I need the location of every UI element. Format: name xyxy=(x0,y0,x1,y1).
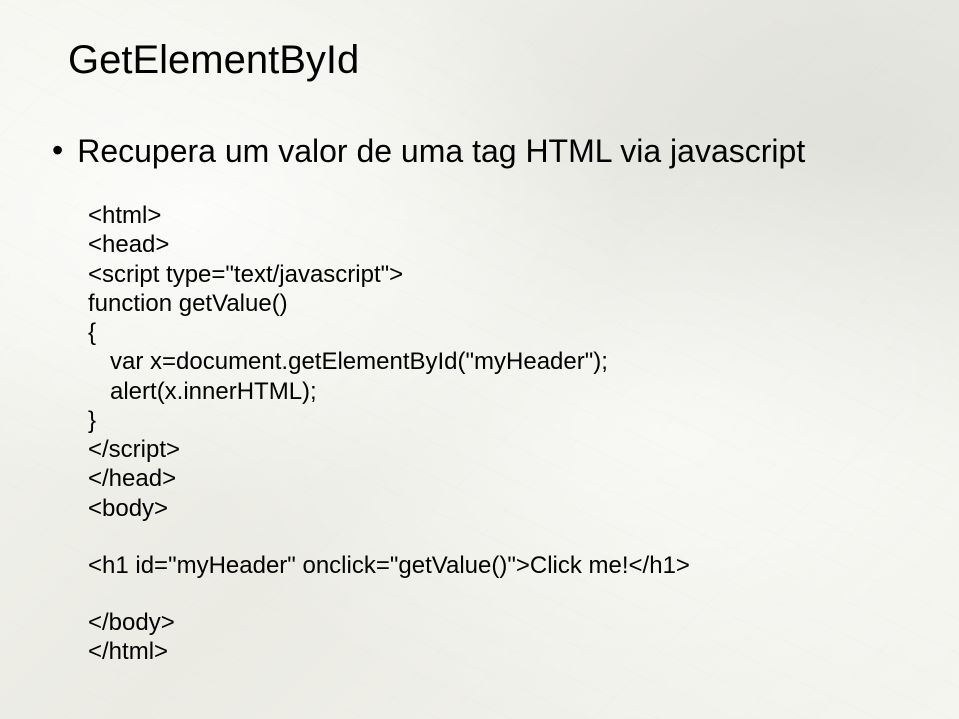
code-line: <body> xyxy=(88,494,909,523)
code-line: </script> xyxy=(88,435,909,464)
code-line: <h1 id="myHeader" onclick="getValue()">C… xyxy=(88,551,909,580)
code-line: function getValue() xyxy=(88,289,909,318)
code-line: </body> xyxy=(88,608,909,637)
bullet-item: • Recupera um valor de uma tag HTML via … xyxy=(50,131,909,171)
code-line: <script type="text/javascript"> xyxy=(88,260,909,289)
code-line: </html> xyxy=(88,637,909,666)
code-block: <html> <head> <script type="text/javascr… xyxy=(88,201,909,667)
code-blank xyxy=(88,523,909,551)
code-line: } xyxy=(88,406,909,435)
code-line: alert(x.innerHTML); xyxy=(88,377,909,406)
code-line: <html> xyxy=(88,201,909,230)
code-line: </head> xyxy=(88,464,909,493)
code-line: <head> xyxy=(88,230,909,259)
bullet-text: Recupera um valor de uma tag HTML via ja… xyxy=(77,131,805,171)
code-line: { xyxy=(88,318,909,347)
bullet-marker: • xyxy=(52,131,63,169)
slide-title: GetElementById xyxy=(68,38,909,83)
code-line: var x=document.getElementById("myHeader"… xyxy=(88,347,909,376)
code-blank xyxy=(88,580,909,608)
